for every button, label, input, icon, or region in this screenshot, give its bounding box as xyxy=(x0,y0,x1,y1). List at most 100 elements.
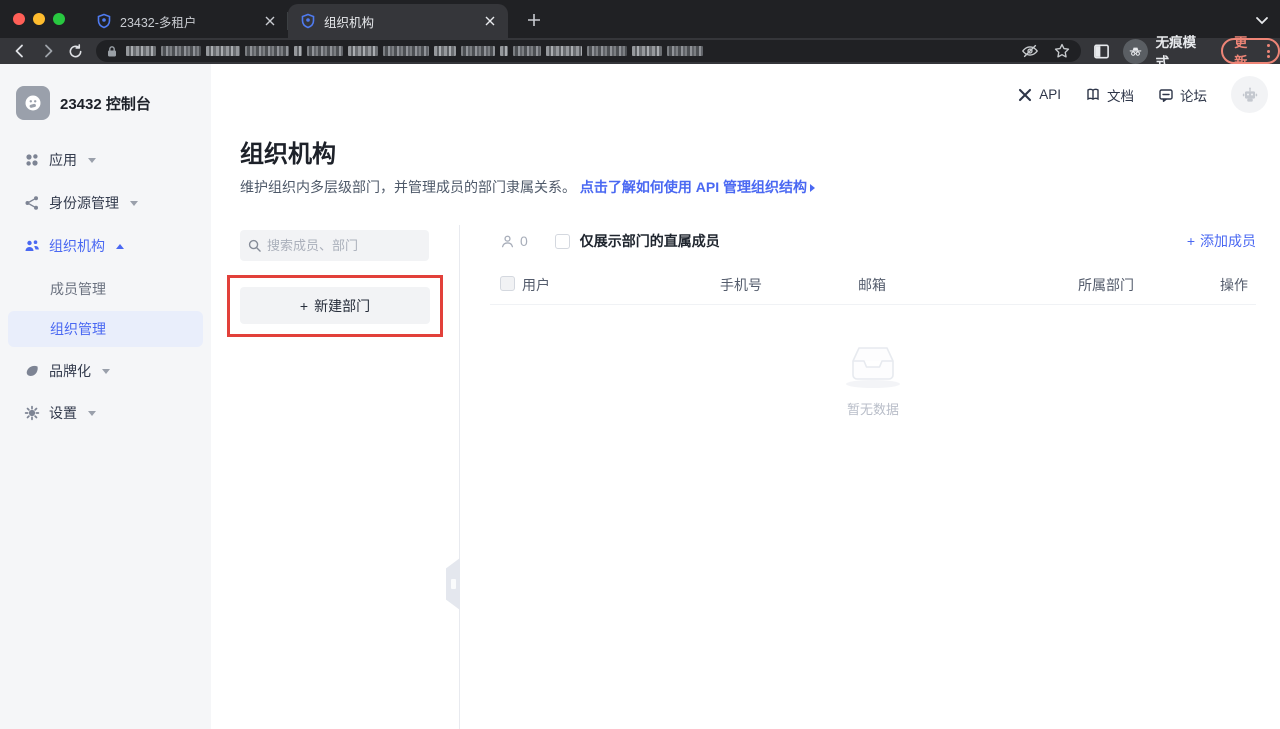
forum-icon xyxy=(1158,87,1174,103)
chevron-down-icon xyxy=(102,367,110,375)
sidebar: 23432 控制台 应用 身份源管理 组织机构 成员管理 组织 xyxy=(0,64,211,729)
search-icon xyxy=(248,239,261,252)
redacted-url-text xyxy=(126,46,703,56)
sidebar-item-label: 身份源管理 xyxy=(49,193,119,213)
minimize-window-button[interactable] xyxy=(33,13,45,25)
forum-link-label: 论坛 xyxy=(1180,85,1207,105)
side-panel-icon[interactable] xyxy=(1091,40,1113,62)
sidebar-item-branding[interactable]: 品牌化 xyxy=(24,359,110,383)
arrow-right-icon xyxy=(810,184,815,192)
empty-state-text: 暂无数据 xyxy=(847,399,899,418)
address-bar[interactable] xyxy=(96,40,1081,62)
chevron-down-icon xyxy=(130,199,138,207)
workspace-header[interactable]: 23432 控制台 xyxy=(16,86,151,120)
forward-button[interactable] xyxy=(36,40,60,62)
brand-icon xyxy=(24,363,40,379)
sidebar-item-apps[interactable]: 应用 xyxy=(24,148,96,172)
direct-members-label: 仅展示部门的直属成员 xyxy=(580,231,720,251)
column-header-user: 用户 xyxy=(522,275,550,295)
members-toolbar: 0 仅展示部门的直属成员 + 添加成员 xyxy=(490,225,1256,257)
browser-toolbar: 无痕模式 更新 xyxy=(0,38,1280,64)
bookmark-star-icon[interactable] xyxy=(1053,42,1071,60)
page-title: 组织机构 xyxy=(240,134,336,169)
sidebar-item-settings[interactable]: 设置 xyxy=(24,401,96,425)
search-box[interactable] xyxy=(240,230,429,261)
lock-icon xyxy=(106,45,118,58)
header-links: API 文档 论坛 xyxy=(1017,76,1268,113)
new-department-button[interactable]: + 新建部门 xyxy=(240,287,430,324)
browser-tab-organization[interactable]: 组织机构 xyxy=(288,4,508,38)
new-tab-button[interactable] xyxy=(521,7,547,33)
add-member-link[interactable]: + 添加成员 xyxy=(1187,231,1256,251)
panel-divider xyxy=(459,225,460,729)
browser-window: 23432-多租户 组织机构 xyxy=(0,0,1280,729)
apps-icon xyxy=(24,152,40,168)
person-icon xyxy=(500,234,515,249)
menu-dots-icon[interactable] xyxy=(1267,44,1270,58)
members-table-header: 用户 手机号 邮箱 所属部门 操作 xyxy=(490,261,1256,305)
sidebar-subitem-label: 成员管理 xyxy=(50,279,106,299)
sidebar-item-organization[interactable]: 组织机构 xyxy=(24,234,124,258)
api-link-label: API xyxy=(1039,87,1061,102)
empty-state: 暂无数据 xyxy=(490,339,1256,418)
sidebar-item-label: 组织机构 xyxy=(49,236,105,256)
sidebar-item-identity-sources[interactable]: 身份源管理 xyxy=(24,191,138,215)
plus-icon: + xyxy=(300,298,308,314)
sidebar-subitem-member-management[interactable]: 成员管理 xyxy=(50,277,106,301)
sidebar-item-label: 设置 xyxy=(49,403,77,423)
add-member-label: 添加成员 xyxy=(1200,231,1256,251)
tab-title: 23432-多租户 xyxy=(120,12,254,31)
docs-link[interactable]: 文档 xyxy=(1085,85,1134,105)
tab-close-icon[interactable] xyxy=(262,13,278,29)
forum-link[interactable]: 论坛 xyxy=(1158,85,1207,105)
plus-icon: + xyxy=(1187,233,1195,249)
column-header-phone: 手机号 xyxy=(720,275,762,295)
chevron-down-icon[interactable] xyxy=(1254,12,1270,28)
page-description: 维护组织内多层级部门，并管理成员的部门隶属关系。 点击了解如何使用 API 管理… xyxy=(240,177,815,197)
tab-title: 组织机构 xyxy=(324,12,474,31)
chevron-down-icon xyxy=(88,409,96,417)
sidebar-subitem-organization-management[interactable]: 组织管理 xyxy=(8,311,203,347)
gear-icon xyxy=(24,405,40,421)
tab-close-icon[interactable] xyxy=(482,13,498,29)
search-input[interactable] xyxy=(267,238,421,253)
members-panel: 0 仅展示部门的直属成员 + 添加成员 用户 手机号 邮箱 所属部门 操作 xyxy=(490,225,1256,418)
column-header-actions: 操作 xyxy=(1220,275,1248,295)
new-department-label: 新建部门 xyxy=(314,296,370,316)
column-header-department: 所属部门 xyxy=(1078,275,1134,295)
share-icon xyxy=(24,195,40,211)
api-doc-link[interactable]: 点击了解如何使用 API 管理组织结构 xyxy=(580,179,807,195)
sidebar-subitem-label: 组织管理 xyxy=(50,319,106,339)
shield-favicon xyxy=(300,13,316,29)
zoom-window-button[interactable] xyxy=(53,13,65,25)
org-icon xyxy=(24,238,40,254)
macos-traffic-lights xyxy=(13,13,65,25)
direct-members-checkbox[interactable] xyxy=(555,234,570,249)
chevron-down-icon xyxy=(88,156,96,164)
robot-icon xyxy=(1239,84,1261,106)
api-icon xyxy=(1017,87,1033,103)
page-description-text: 维护组织内多层级部门，并管理成员的部门隶属关系。 xyxy=(240,179,576,195)
workspace-logo-icon xyxy=(16,86,50,120)
main-content: API 文档 论坛 组织机构 维护组织内多层级部门，并管理成员的部门隶属关系。 … xyxy=(211,64,1280,729)
docs-link-label: 文档 xyxy=(1107,85,1134,105)
back-button[interactable] xyxy=(8,40,32,62)
console-app: 23432 控制台 应用 身份源管理 组织机构 成员管理 组织 xyxy=(0,64,1280,729)
panel-collapse-handle[interactable] xyxy=(446,558,460,610)
api-link[interactable]: API xyxy=(1017,87,1061,103)
user-avatar[interactable] xyxy=(1231,76,1268,113)
eye-off-icon[interactable] xyxy=(1021,42,1039,60)
member-count: 0 xyxy=(500,233,528,249)
reload-button[interactable] xyxy=(64,40,88,62)
shield-favicon xyxy=(96,13,112,29)
chevron-up-icon xyxy=(116,242,124,250)
column-header-email: 邮箱 xyxy=(858,275,886,295)
browser-tab-tenant[interactable]: 23432-多租户 xyxy=(84,4,288,38)
member-count-value: 0 xyxy=(520,233,528,249)
close-window-button[interactable] xyxy=(13,13,25,25)
workspace-name: 23432 控制台 xyxy=(60,93,151,114)
select-all-checkbox[interactable] xyxy=(500,276,515,291)
book-icon xyxy=(1085,87,1101,103)
update-button[interactable]: 更新 xyxy=(1221,38,1280,64)
empty-inbox-icon xyxy=(841,339,905,389)
